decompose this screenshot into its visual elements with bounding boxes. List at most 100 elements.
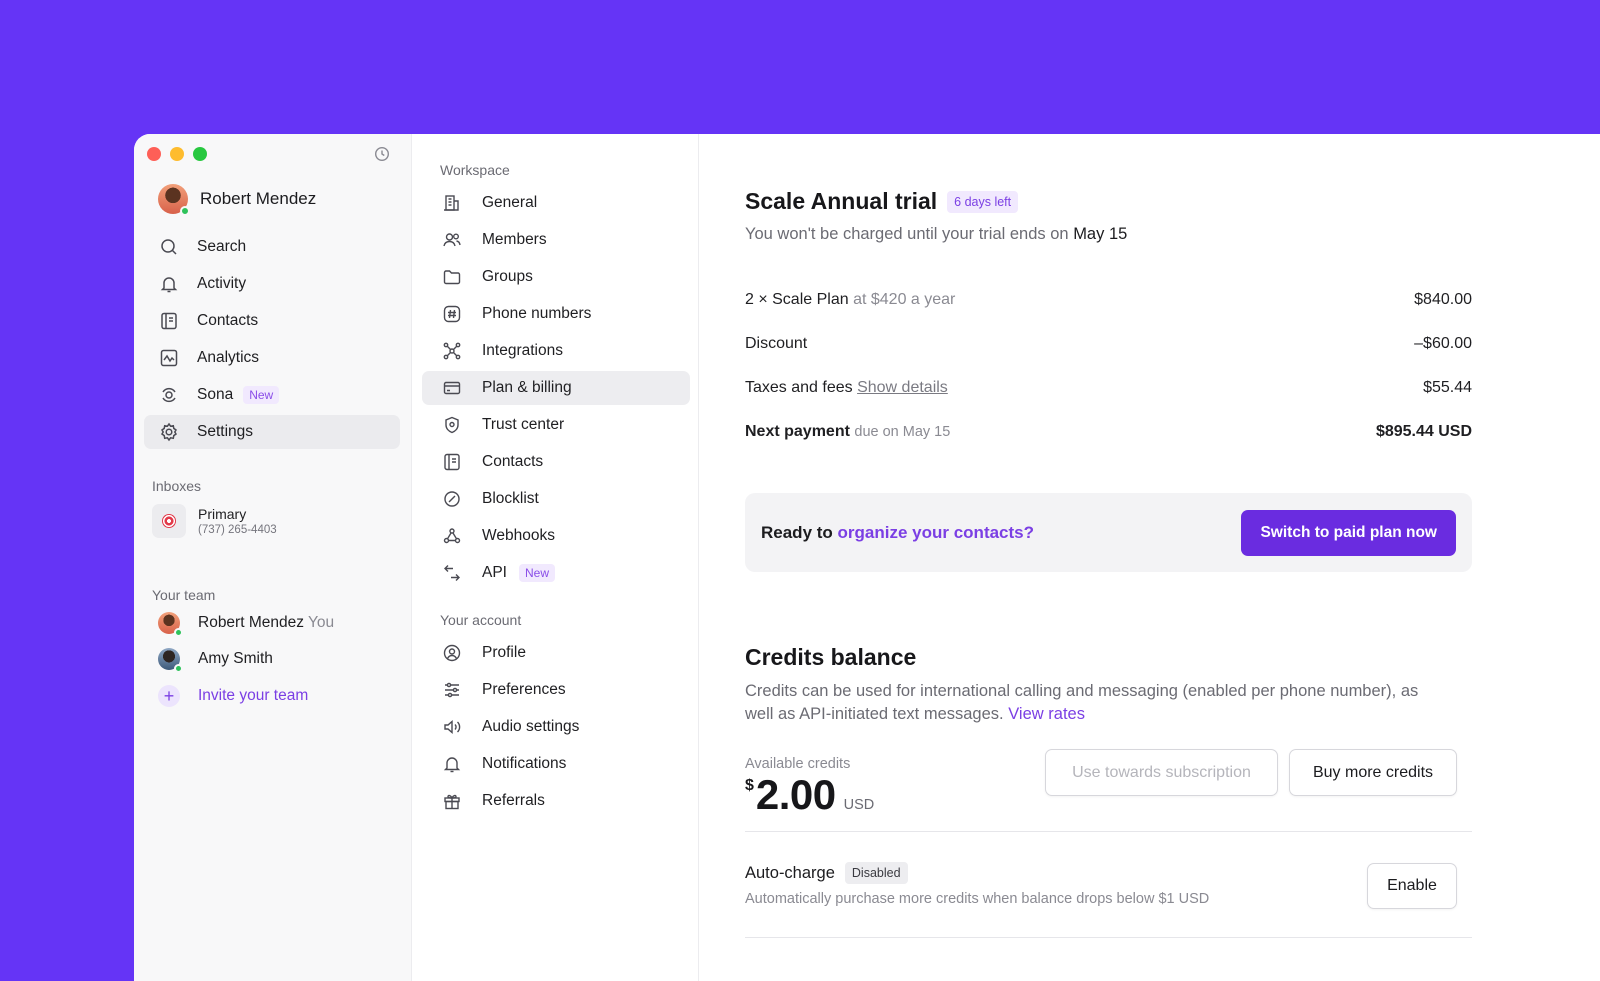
line-item-amount: –$60.00	[1414, 335, 1472, 352]
buy-more-credits-button[interactable]: Buy more credits	[1289, 749, 1457, 796]
invite-team-link[interactable]: + Invite your team	[158, 685, 308, 707]
line-item-label: Discount	[745, 335, 808, 352]
team-member[interactable]: Robert Mendez You	[158, 612, 334, 637]
divider	[745, 831, 1472, 832]
clock-icon[interactable]	[374, 146, 390, 162]
upgrade-text-prefix: Ready to	[761, 522, 833, 542]
settings-item-label: Webhooks	[482, 527, 555, 544]
settings-item-trust-center[interactable]: Trust center	[422, 408, 690, 442]
member-name: Amy Smith	[198, 650, 273, 667]
nav-item-contacts[interactable]: Contacts	[144, 304, 400, 338]
close-window-button[interactable]	[147, 147, 161, 161]
settings-item-label: Profile	[482, 644, 526, 661]
nav-item-label: Activity	[197, 275, 247, 292]
workspace-nav: General Members Groups Phone numbers Int…	[422, 186, 690, 593]
search-icon	[161, 239, 177, 255]
inbox-name: Primary	[198, 506, 247, 522]
target-icon	[152, 504, 186, 538]
shield-icon	[445, 416, 459, 434]
settings-item-label: Preferences	[482, 681, 566, 698]
settings-item-blocklist[interactable]: Blocklist	[422, 482, 690, 516]
settings-item-members[interactable]: Members	[422, 223, 690, 257]
divider	[745, 937, 1472, 938]
credits-amount: $ 2.00 USD	[745, 771, 874, 819]
settings-item-label: Blocklist	[482, 490, 539, 507]
card-icon	[443, 381, 461, 395]
new-badge: New	[518, 564, 555, 582]
gear-icon	[161, 422, 177, 442]
next-payment-detail: due on May 15	[854, 424, 951, 440]
settings-item-audio-settings[interactable]: Audio settings	[422, 710, 690, 744]
settings-item-preferences[interactable]: Preferences	[422, 673, 690, 707]
next-payment-label: Next payment	[745, 423, 850, 440]
line-item-label: 2 × Scale Plan	[745, 291, 849, 308]
settings-item-label: Groups	[482, 268, 533, 285]
minimize-window-button[interactable]	[170, 147, 184, 161]
settings-item-label: Audio settings	[482, 718, 580, 735]
building-icon	[444, 195, 459, 211]
app-window: Robert Mendez Search Activity Contacts A…	[134, 134, 1600, 981]
plan-header: Scale Annual trial 6 days left	[745, 188, 1019, 215]
upgrade-banner: Ready to organize your contacts? Switch …	[745, 493, 1472, 572]
settings-item-integrations[interactable]: Integrations	[422, 334, 690, 368]
inbox-item-primary[interactable]: Primary (737) 265-4403	[152, 504, 277, 538]
member-name: Robert Mendez	[198, 614, 304, 631]
bell-icon	[160, 277, 178, 293]
invite-label: Invite your team	[198, 687, 309, 704]
settings-item-label: Plan & billing	[482, 379, 572, 396]
settings-item-plan-billing[interactable]: Plan & billing	[422, 371, 690, 405]
enable-auto-charge-button[interactable]: Enable	[1367, 863, 1457, 909]
speaker-icon	[444, 719, 461, 735]
settings-item-label: Integrations	[482, 342, 563, 359]
view-rates-link[interactable]: View rates	[1008, 705, 1085, 723]
nav-item-activity[interactable]: Activity	[144, 267, 400, 301]
gift-icon	[444, 794, 460, 810]
inboxes-label: Inboxes	[152, 478, 202, 494]
profile-icon	[443, 644, 461, 662]
upgrade-text-accent: organize your contacts?	[837, 522, 1035, 542]
settings-item-label: Contacts	[482, 453, 544, 470]
settings-item-webhooks[interactable]: Webhooks	[422, 519, 690, 553]
settings-item-phone-numbers[interactable]: Phone numbers	[422, 297, 690, 331]
settings-item-contacts[interactable]: Contacts	[422, 445, 690, 479]
sidebar: Robert Mendez Search Activity Contacts A…	[134, 134, 412, 981]
settings-item-groups[interactable]: Groups	[422, 260, 690, 294]
trial-subtitle-text: You won't be charged until your trial en…	[745, 225, 1069, 243]
avatar	[158, 184, 190, 216]
nav-item-settings[interactable]: Settings	[144, 415, 400, 449]
settings-item-label: Phone numbers	[482, 305, 592, 322]
contacts-icon	[161, 312, 177, 330]
nav-item-label: Settings	[197, 423, 254, 440]
settings-item-api[interactable]: API New	[422, 556, 690, 590]
maximize-window-button[interactable]	[193, 147, 207, 161]
switch-to-paid-button[interactable]: Switch to paid plan now	[1241, 509, 1456, 556]
settings-item-notifications[interactable]: Notifications	[422, 747, 690, 781]
hash-icon	[443, 305, 461, 323]
inbox-phone: (737) 265-4403	[198, 524, 277, 536]
show-details-link[interactable]: Show details	[857, 379, 948, 396]
nav-item-sona[interactable]: Sona New	[144, 378, 400, 412]
upgrade-text: Ready to organize your contacts?	[761, 523, 1034, 543]
use-towards-subscription-button[interactable]: Use towards subscription	[1045, 749, 1278, 796]
nav-item-search[interactable]: Search	[144, 230, 400, 264]
team-label: Your team	[152, 587, 216, 603]
integrations-icon	[443, 342, 461, 360]
block-icon	[444, 491, 460, 507]
team-member[interactable]: Amy Smith	[158, 648, 273, 673]
days-left-badge: 6 days left	[947, 190, 1019, 213]
settings-item-label: API	[482, 564, 507, 581]
billing-panel: Scale Annual trial 6 days left You won't…	[699, 134, 1600, 981]
nav-item-analytics[interactable]: Analytics	[144, 341, 400, 375]
settings-item-profile[interactable]: Profile	[422, 636, 690, 670]
bell-icon	[443, 757, 461, 773]
credits-unit: USD	[843, 797, 875, 813]
nav-item-label: Search	[197, 238, 247, 255]
current-user[interactable]: Robert Mendez	[158, 184, 316, 216]
online-indicator	[180, 206, 190, 216]
settings-item-label: Referrals	[482, 792, 545, 809]
online-indicator	[174, 628, 183, 637]
analytics-icon	[160, 349, 178, 367]
settings-item-general[interactable]: General	[422, 186, 690, 220]
settings-item-referrals[interactable]: Referrals	[422, 784, 690, 818]
auto-charge-title: Auto-charge	[745, 863, 835, 882]
